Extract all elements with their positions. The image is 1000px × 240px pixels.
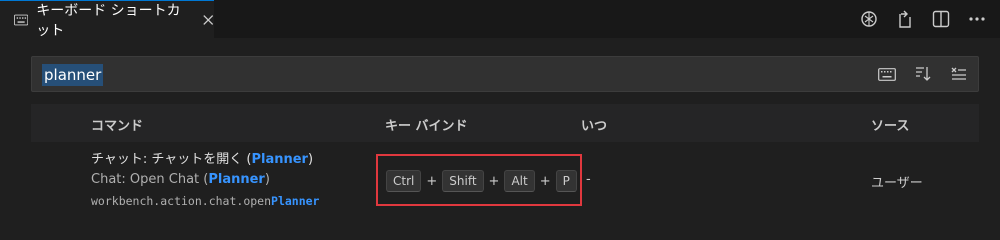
source-value: ユーザー <box>871 176 923 191</box>
clear-filter-icon[interactable] <box>948 63 970 85</box>
keyboard-icon[interactable] <box>876 63 898 85</box>
column-when[interactable]: いつ <box>581 115 607 134</box>
key-separator: + <box>426 173 438 189</box>
sort-icon[interactable] <box>912 63 934 85</box>
openai-icon[interactable] <box>858 8 880 30</box>
command-title: チャット: チャットを開く (Planner) <box>91 152 314 167</box>
tab-title: キーボード ショートカット <box>36 2 181 39</box>
key-separator: + <box>488 173 500 189</box>
key-ctrl: Ctrl <box>386 170 422 192</box>
table-row[interactable]: チャット: チャットを開く (Planner) Chat: Open Chat … <box>31 142 979 217</box>
search-actions <box>876 63 970 85</box>
key-p: P <box>555 170 577 192</box>
editor-actions <box>858 8 988 30</box>
command-title-english: Chat: Open Chat (Planner) <box>91 172 270 187</box>
when-clause: - <box>586 172 591 187</box>
key-alt: Alt <box>504 170 535 192</box>
search-input[interactable]: planner <box>42 64 104 86</box>
tab-keyboard-shortcuts[interactable]: キーボード ショートカット <box>0 0 214 39</box>
split-editor-icon[interactable] <box>930 8 952 30</box>
key-shift: Shift <box>442 170 484 192</box>
column-command[interactable]: コマンド <box>91 115 143 134</box>
command-id: workbench.action.chat.openPlanner <box>91 194 320 208</box>
keyboard-icon <box>14 14 29 25</box>
tab-bar: キーボード ショートカット <box>0 0 1000 39</box>
open-json-icon[interactable] <box>894 8 916 30</box>
table-header: コマンド キー バインド いつ ソース <box>31 104 979 142</box>
key-separator: + <box>539 173 551 189</box>
more-icon[interactable] <box>966 8 988 30</box>
column-source[interactable]: ソース <box>871 115 909 134</box>
search-box: planner <box>31 56 979 92</box>
close-icon[interactable] <box>202 13 214 27</box>
keybinding-keys: Ctrl + Shift + Alt + P <box>386 170 577 192</box>
column-keybinding[interactable]: キー バインド <box>385 115 468 134</box>
keybinding-cell[interactable]: Ctrl + Shift + Alt + P <box>376 154 582 206</box>
